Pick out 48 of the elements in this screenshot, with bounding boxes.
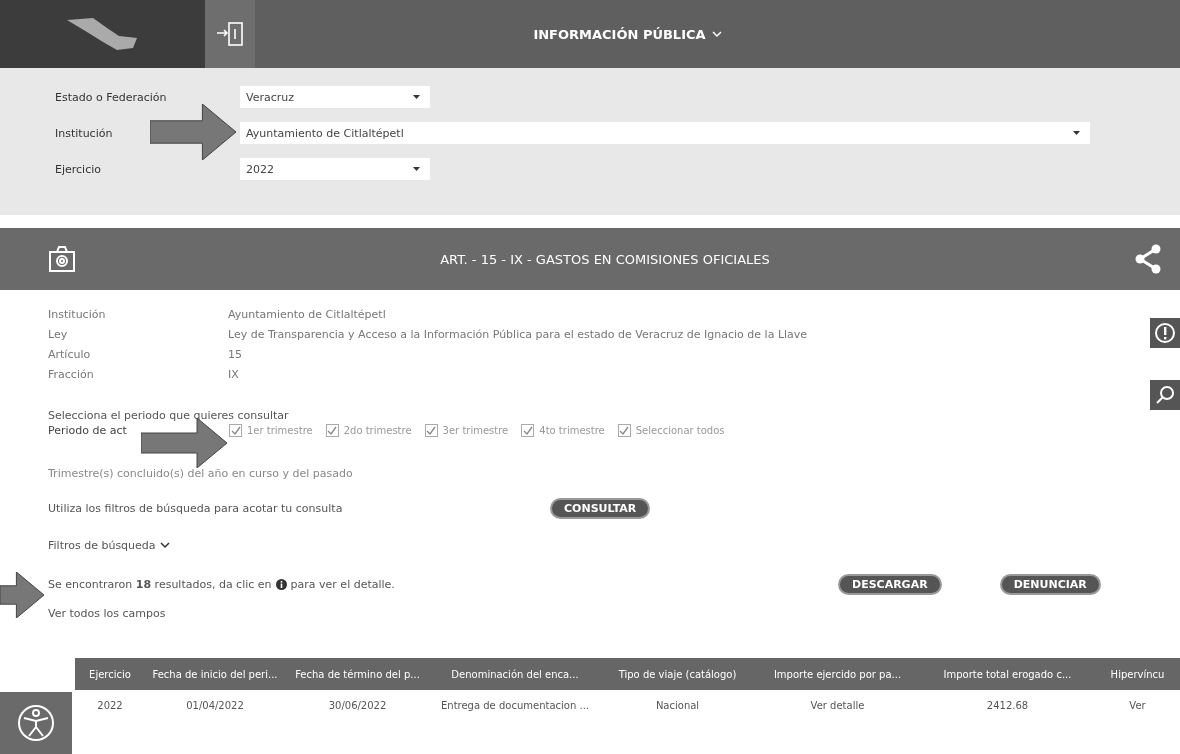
checkbox-label[interactable]: 4to trimestre — [539, 425, 605, 436]
report-button[interactable]: DENUNCIAR — [999, 574, 1101, 595]
filter-hint: Utiliza los filtros de búsqueda para acotar tu consulta — [48, 502, 344, 515]
filter-label: Ejercicio — [55, 162, 102, 176]
column-header[interactable]: Denominación del enca... — [430, 658, 600, 690]
table-cell: 2022 — [75, 690, 145, 720]
column-header[interactable]: Hipervíncu — [1095, 658, 1180, 690]
download-button[interactable]: DESCARGAR — [838, 574, 942, 595]
info-label: Ley — [48, 328, 69, 341]
filter-label: Institución — [55, 126, 114, 140]
checkbox-label[interactable]: Seleccionar todos — [635, 425, 725, 436]
period-prompt: Selecciona el periodo que quieres consultar — [48, 409, 290, 422]
filter-label: Estado o Federación — [55, 90, 168, 104]
column-header[interactable]: Tipo de viaje (catálogo) — [600, 658, 755, 690]
table-cell: Nacional — [600, 690, 755, 720]
table-cell: Ver detalle — [755, 690, 920, 720]
column-header[interactable]: Ejercicio — [75, 658, 145, 690]
table-cell: 01/04/2022 — [145, 690, 285, 720]
info-label: Institución — [48, 308, 107, 321]
section-title: ART. - 15 - IX - GASTOS EN COMISIONES OFICIALES — [440, 251, 770, 267]
column-header[interactable]: Importe ejercido por pa... — [755, 658, 920, 690]
results-text: Se encontraron 18 resultados, da clic en — [48, 578, 272, 591]
column-header[interactable]: Fecha de inicio del peri... — [145, 658, 285, 690]
info-value: Ayuntamiento de Citlaltépetl — [228, 308, 387, 321]
dropdown-field[interactable]: 2022 — [240, 158, 430, 180]
checkbox-label[interactable]: 1er trimestre — [247, 425, 313, 436]
header-title[interactable]: INFORMACIÓN PÚBLICA — [533, 26, 706, 42]
checkbox-label[interactable]: 3er trimestre — [442, 425, 509, 436]
info-value: Ley de Transparencia y Acceso a la Información Pública para el estado de Veracruz de Ignacio de la Llave — [228, 328, 809, 341]
info-value: IX — [228, 368, 240, 381]
checkbox-label[interactable]: 2do trimestre — [343, 425, 412, 436]
dropdown-field[interactable]: Veracruz — [240, 86, 430, 108]
table-cell: Entrega de documentacion ... — [430, 690, 600, 720]
table-cell: 30/06/2022 — [285, 690, 430, 720]
dropdown-field[interactable]: Ayuntamiento de Citlaltépetl — [240, 122, 1090, 144]
column-header[interactable]: Importe total erogado c... — [920, 658, 1095, 690]
info-label: Artículo — [48, 348, 92, 361]
column-header[interactable]: Fecha de término del p... — [285, 658, 430, 690]
results-text: para ver el detalle. — [290, 578, 395, 591]
table-cell: Ver — [1095, 690, 1180, 720]
consult-button[interactable]: CONSULTAR — [550, 498, 651, 519]
show-all-link[interactable]: Ver todos los campos — [48, 607, 1132, 620]
period-label: Periodo de act — [48, 424, 128, 437]
info-label: Fracción — [48, 368, 95, 381]
period-note: Trimestre(s) concluido(s) del año en curso y del pasado — [48, 467, 354, 480]
filters-toggle[interactable]: Filtros de búsqueda — [48, 539, 156, 552]
info-value: 15 — [228, 348, 243, 361]
table-cell: 2412.68 — [920, 690, 1095, 720]
